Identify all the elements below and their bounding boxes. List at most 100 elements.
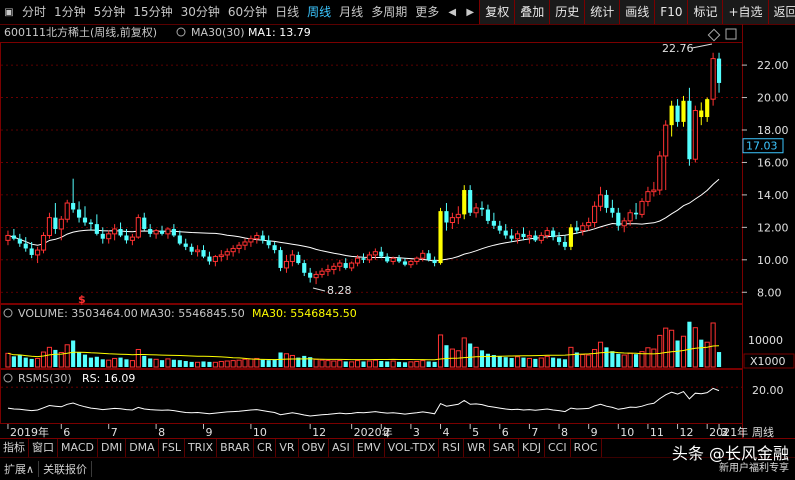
indicator-tab-11[interactable]: ASI [329,439,354,457]
indicator-tab-19[interactable]: ROC [571,439,602,457]
period-2[interactable]: 5分钟 [90,0,130,24]
indicator-tab-7[interactable]: BRAR [217,439,255,457]
toolbar-button-6[interactable]: 标记 [687,0,723,24]
volume-ma-label: MA30: 5546845.50 [140,307,245,320]
volume-bar [135,348,141,368]
candle-body [148,228,153,234]
period-1[interactable]: 1分钟 [50,0,90,24]
candle-body [296,254,301,264]
candle-body [390,257,396,262]
toolbar-button-0[interactable]: 复权 [479,0,515,24]
candle-body [385,256,390,262]
volume-bar [112,357,118,368]
volume-bar [266,360,271,367]
period-8[interactable]: 月线 [335,0,367,24]
indicator-tab-6[interactable]: TRIX [185,439,218,457]
volume-bar [509,358,514,367]
candle-body [71,203,76,210]
toolbar-button-8[interactable]: 返回 [767,0,795,24]
time-axis: 2019年 6 7 8 9 10 12 2020年2 3 4 5 6 7 8 9 10 11 12 2021年23 [7,424,748,438]
indicator-tab-2[interactable]: MACD [58,439,98,457]
toolbar-button-3[interactable]: 统计 [584,0,620,24]
volume-bar [319,359,325,368]
period-0[interactable]: 分时 [18,0,50,24]
price-tick-label: 8.00 [757,286,782,299]
toolbar-button-2[interactable]: 历史 [549,0,585,24]
indicator-tab-4[interactable]: DMA [126,439,159,457]
price-panel-frame [0,42,743,304]
volume-bar [556,358,562,367]
rs-axis-tick: 20.00 [752,384,784,397]
indicator-tab-9[interactable]: VR [276,439,299,457]
indicator-tab-15[interactable]: WR [464,439,490,457]
indicator-tab-5[interactable]: FSL [159,439,185,457]
period-6[interactable]: 日线 [271,0,303,24]
indicator-tab-16[interactable]: SAR [490,439,520,457]
indicator-tab-10[interactable]: OBV [299,439,329,457]
volume-bar [444,345,449,367]
candle-body [165,228,171,235]
indicator-tab-18[interactable]: CCI [545,439,571,457]
toolbar-button-1[interactable]: 叠加 [514,0,550,24]
rs-settings-icon[interactable] [3,373,13,383]
candle-body [248,238,254,243]
volume-bar [544,355,550,368]
dividend-marker-icon[interactable]: $ [78,293,86,306]
period-10[interactable]: 更多 [411,0,443,24]
indicator-tab-14[interactable]: RSI [439,439,465,457]
period-next-icon[interactable]: ▶ [461,0,479,24]
period-5[interactable]: 60分钟 [224,0,271,24]
linked-quote-button[interactable]: 关联报价 [39,461,93,477]
price-tick-label: 10.00 [757,254,789,267]
indicator-tab-12[interactable]: EMV [354,439,385,457]
price-tick-label: 22.00 [757,59,789,72]
stock-chart[interactable]: 600111 北方稀土(周线,前复权) MA30(30) MA1: 13.79 … [0,24,795,438]
indicator-tab-1[interactable]: 窗口 [29,439,58,457]
price-tick-label: 12.00 [757,221,789,234]
period-7[interactable]: 周线 [303,0,335,24]
candle-body [40,234,47,251]
candle-body [562,241,568,247]
volume-bar [40,351,47,368]
low-price-label: 8.28 [327,284,352,297]
candle-body [503,230,508,236]
period-4[interactable]: 30分钟 [177,0,224,24]
ma-settings-icon[interactable] [176,27,186,37]
toolbar-button-7[interactable]: +自选 [722,0,768,24]
time-tick-label: 12 [680,426,694,438]
volume-bar [616,353,621,367]
candle-body [331,265,337,271]
indicator-tab-0[interactable]: 指标 [0,439,29,457]
candle-body [491,220,496,226]
volume-bar [58,351,64,368]
period-9[interactable]: 多周期 [367,0,411,24]
volume-bar [23,357,28,367]
expand-button[interactable]: 扩展∧ [0,461,40,477]
period-prev-icon[interactable]: ◀ [443,0,461,24]
candle-body [242,241,248,246]
toolbar-button-5[interactable]: F10 [654,0,688,24]
diamond-marker-icon[interactable] [707,28,721,42]
candle-body [124,235,129,241]
volume-bar [687,321,692,367]
candle-body [230,247,236,253]
stock-code: 600111 [4,26,46,39]
candle-body [681,100,686,122]
indicator-tab-3[interactable]: DMI [98,439,127,457]
volume-bar [71,340,76,367]
indicator-tab-17[interactable]: KDJ [519,439,545,457]
candle-body [462,190,467,215]
candle-body [485,209,491,221]
candle-body [118,228,123,236]
volume-bar [53,349,58,367]
candle-body [551,230,556,238]
volume-settings-icon[interactable] [3,308,13,318]
indicator-tab-8[interactable]: CR [254,439,277,457]
menu-grid-icon[interactable]: ▣ [0,0,18,24]
candle-body [610,207,615,213]
window-restore-icon[interactable] [725,28,737,40]
indicator-tab-13[interactable]: VOL-TDX [385,439,440,457]
volume-bar [35,357,41,368]
toolbar-button-4[interactable]: 画线 [619,0,655,24]
period-3[interactable]: 15分钟 [129,0,176,24]
